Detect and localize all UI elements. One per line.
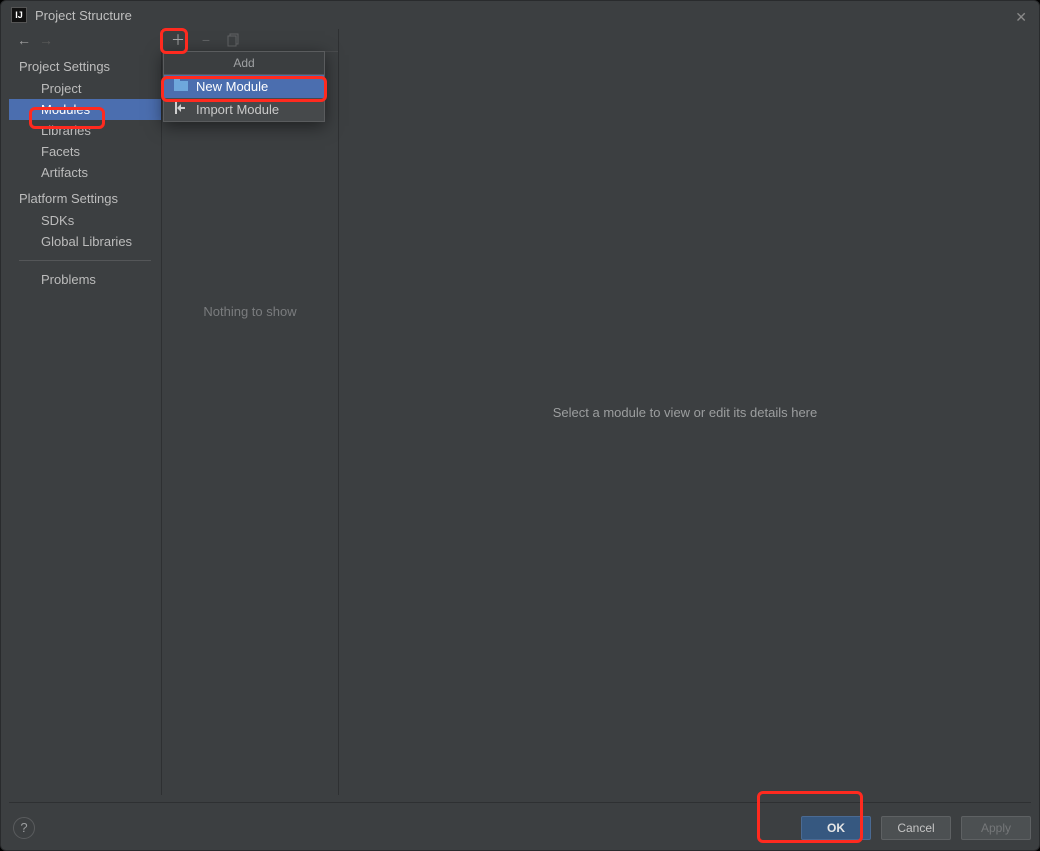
close-icon[interactable]: ✕	[1015, 9, 1027, 26]
import-icon	[174, 102, 188, 117]
module-list-body: Nothing to show	[162, 52, 338, 795]
add-icon[interactable]: ＋	[170, 32, 186, 48]
titlebar: IJ Project Structure ✕	[1, 1, 1039, 29]
window-title: Project Structure	[35, 8, 132, 23]
list-toolbar: ＋ −	[162, 29, 338, 51]
bottom-bar: ? OK Cancel Apply	[9, 802, 1031, 842]
project-structure-dialog: IJ Project Structure ✕ ← → Project Setti…	[0, 0, 1040, 851]
apply-button: Apply	[961, 816, 1031, 840]
sidebar-item-sdks[interactable]: SDKs	[9, 210, 161, 231]
module-icon	[174, 79, 188, 94]
copy-icon	[226, 32, 242, 48]
sidebar-item-artifacts[interactable]: Artifacts	[9, 162, 161, 183]
sidebar: ← → Project Settings Project Modules Lib…	[9, 29, 161, 795]
sidebar-item-facets[interactable]: Facets	[9, 141, 161, 162]
detail-placeholder-text: Select a module to view or edit its deta…	[553, 405, 817, 420]
help-icon[interactable]: ?	[13, 817, 35, 839]
cancel-button[interactable]: Cancel	[881, 816, 951, 840]
forward-arrow-icon: →	[39, 32, 53, 48]
popup-item-import-module[interactable]: Import Module	[164, 98, 324, 121]
popup-item-new-module[interactable]: New Module	[164, 75, 324, 98]
popup-item-import-module-label: Import Module	[196, 102, 279, 117]
popup-item-new-module-label: New Module	[196, 79, 268, 94]
add-popup: Add New Module Import Module	[163, 51, 325, 122]
sidebar-item-global-libraries[interactable]: Global Libraries	[9, 231, 161, 252]
main-area: ← → Project Settings Project Modules Lib…	[9, 29, 1031, 795]
sidebar-item-project[interactable]: Project	[9, 78, 161, 99]
empty-list-label: Nothing to show	[162, 304, 338, 319]
app-icon: IJ	[11, 7, 27, 23]
module-list-panel: ＋ − Nothing to show	[161, 29, 339, 795]
remove-icon: −	[198, 32, 214, 48]
button-row: OK Cancel Apply	[801, 816, 1031, 840]
project-settings-header: Project Settings	[9, 51, 161, 78]
platform-settings-header: Platform Settings	[9, 183, 161, 210]
sidebar-item-libraries[interactable]: Libraries	[9, 120, 161, 141]
ok-button[interactable]: OK	[801, 816, 871, 840]
back-arrow-icon[interactable]: ←	[17, 32, 31, 48]
sidebar-item-problems[interactable]: Problems	[9, 269, 161, 290]
sidebar-divider	[19, 260, 151, 261]
sidebar-nav-bar: ← →	[9, 29, 161, 51]
sidebar-item-modules[interactable]: Modules	[9, 99, 161, 120]
detail-panel: Select a module to view or edit its deta…	[339, 29, 1031, 795]
popup-header: Add	[164, 52, 324, 75]
